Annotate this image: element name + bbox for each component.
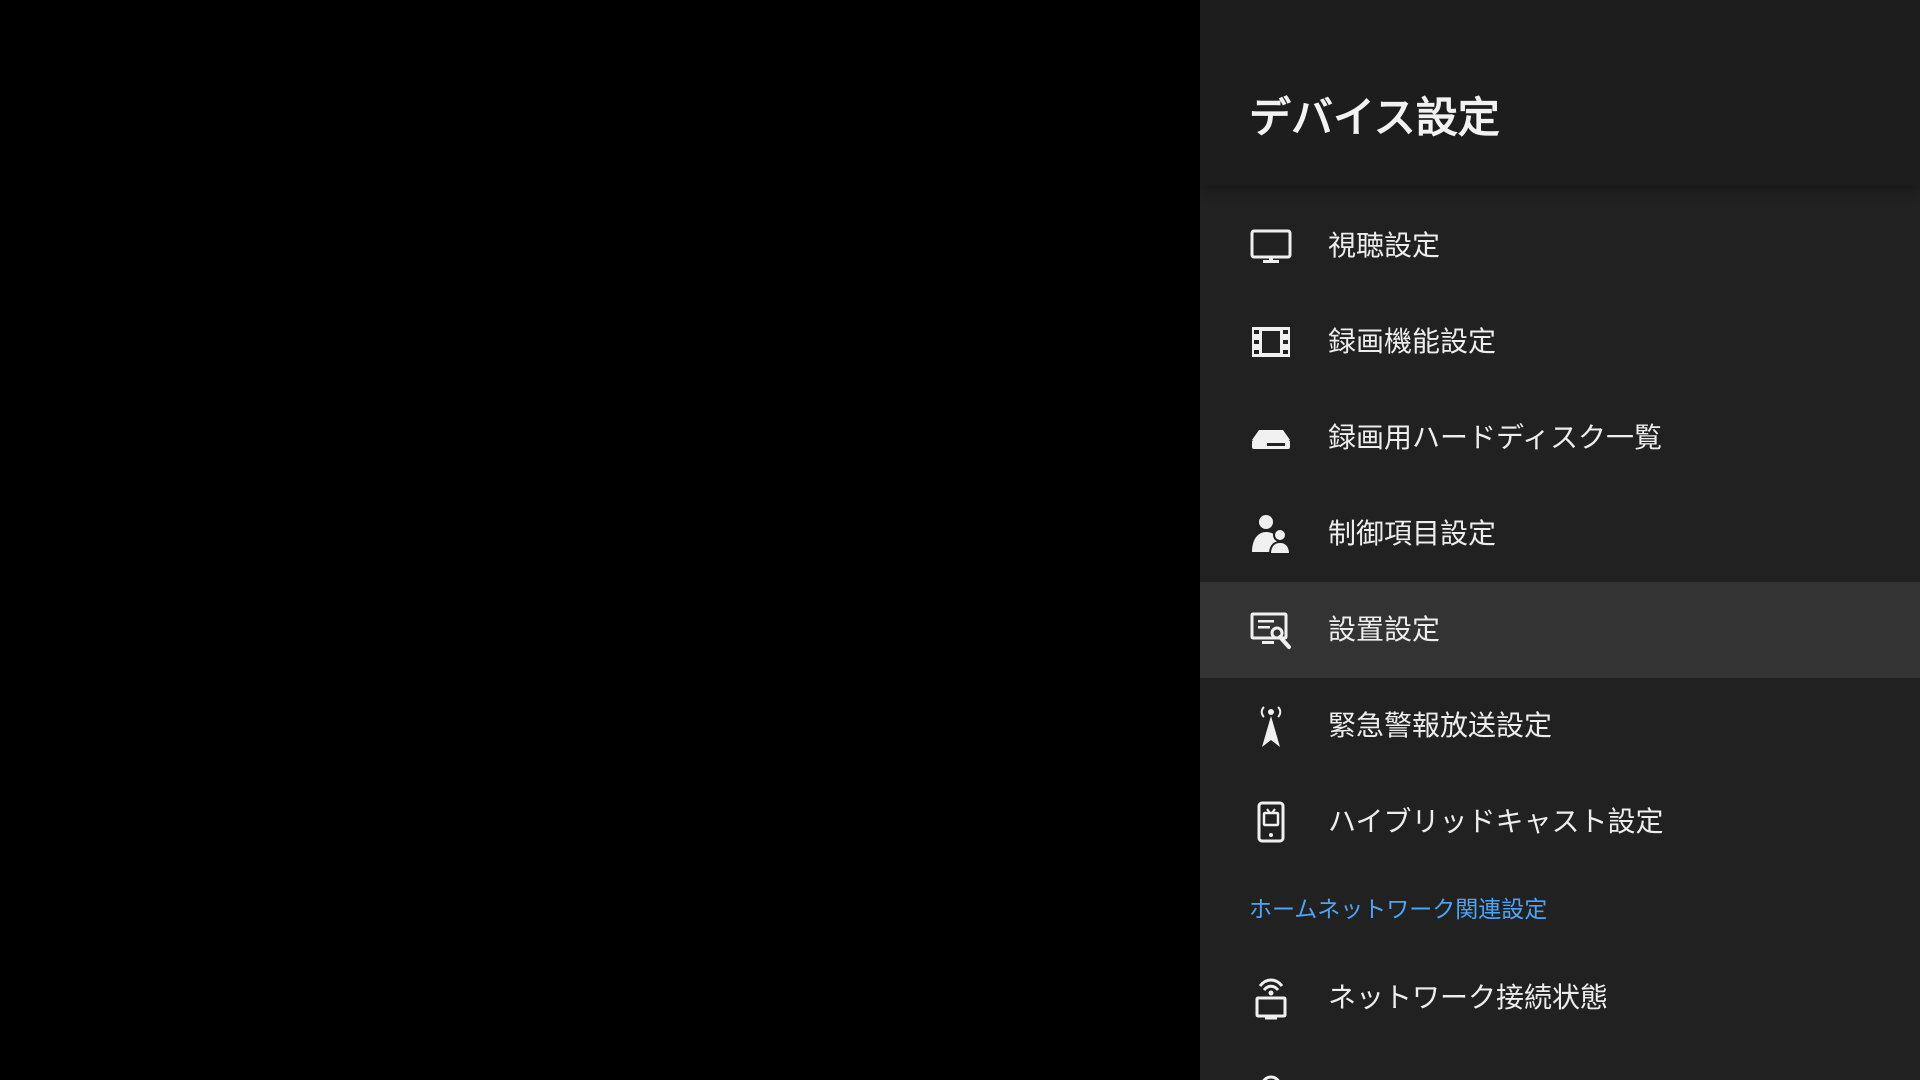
menu-item-network-connection-status[interactable]: ネットワーク接続状態	[1200, 950, 1920, 1046]
tv-screen: デバイス設定 視聴設定 録画機能設定 録画用ハードディスク一覧 制御項目設定 設…	[0, 0, 1920, 1080]
film-strip-icon	[1249, 320, 1293, 364]
hard-disk-icon	[1249, 416, 1293, 460]
hybridcast-phone-icon	[1249, 800, 1293, 844]
menu-item-control-settings[interactable]: 制御項目設定	[1200, 486, 1920, 582]
menu-item-label: 録画機能設定	[1328, 325, 1497, 358]
menu-item-partially-visible[interactable]	[1200, 1046, 1920, 1080]
menu-item-emergency-alert-settings[interactable]: 緊急警報放送設定	[1200, 678, 1920, 774]
device-settings-panel: デバイス設定 視聴設定 録画機能設定 録画用ハードディスク一覧 制御項目設定 設…	[1200, 0, 1920, 1080]
network-device-icon	[1249, 1074, 1293, 1080]
menu-item-label: 録画用ハードディスク一覧	[1328, 421, 1663, 454]
network-wifi-tv-icon	[1249, 976, 1293, 1020]
menu-item-hybridcast-settings[interactable]: ハイブリッドキャスト設定	[1200, 774, 1920, 870]
section-header-home-network: ホームネットワーク関連設定	[1249, 897, 1548, 923]
menu-item-label: 視聴設定	[1328, 229, 1441, 262]
menu-item-installation-settings[interactable]: 設置設定	[1200, 582, 1920, 678]
menu-item-label: 緊急警報放送設定	[1328, 709, 1553, 742]
parental-control-users-icon	[1249, 512, 1293, 556]
tv-monitor-icon	[1249, 224, 1293, 268]
menu-item-recording-settings[interactable]: 録画機能設定	[1200, 294, 1920, 390]
panel-header: デバイス設定	[1200, 0, 1920, 185]
menu-item-label: 設置設定	[1328, 613, 1441, 646]
setup-screen-wrench-icon	[1249, 608, 1293, 652]
settings-menu: 視聴設定 録画機能設定 録画用ハードディスク一覧 制御項目設定 設置設定 緊急警…	[1200, 198, 1920, 1080]
page-title: デバイス設定	[1249, 93, 1500, 142]
menu-item-label: ハイブリッドキャスト設定	[1328, 805, 1664, 838]
menu-item-recording-hdd-list[interactable]: 録画用ハードディスク一覧	[1200, 390, 1920, 486]
menu-item-viewing-settings[interactable]: 視聴設定	[1200, 198, 1920, 294]
broadcast-tower-icon	[1249, 704, 1293, 748]
menu-item-label: 制御項目設定	[1328, 517, 1497, 550]
menu-item-label: ネットワーク接続状態	[1328, 981, 1609, 1014]
